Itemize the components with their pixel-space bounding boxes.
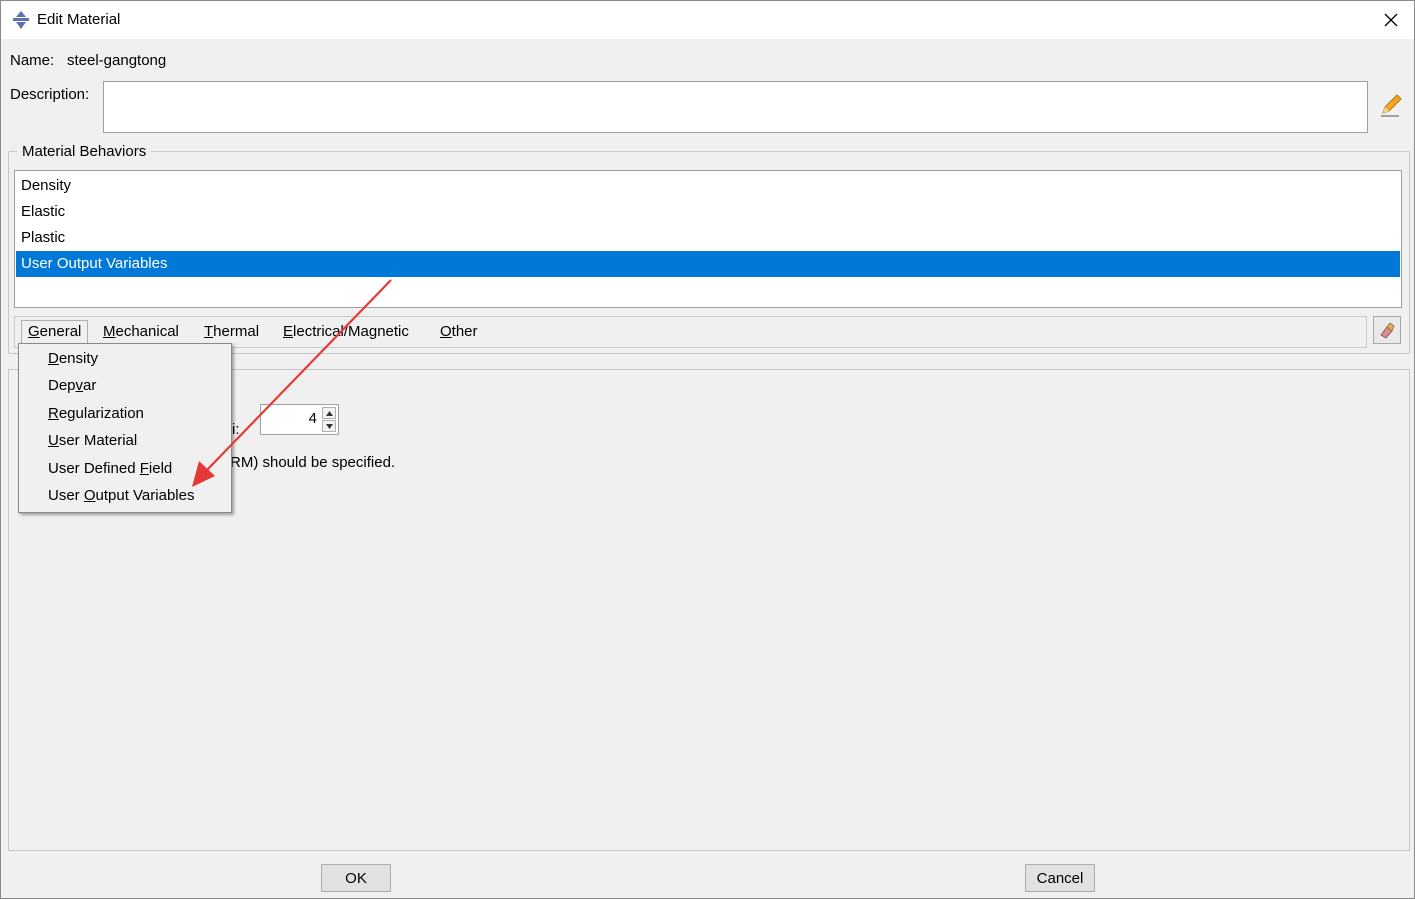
specification-note: RM) should be specified. [230, 454, 396, 471]
name-label: Name: [10, 52, 55, 69]
title-bar: Edit Material [1, 1, 1414, 39]
pencil-icon[interactable] [1377, 91, 1405, 119]
close-icon [1384, 13, 1398, 27]
behavior-item-density[interactable]: Density [16, 173, 1400, 199]
menu-other-mnemonic: O [440, 323, 452, 340]
description-label: Description: [10, 86, 90, 103]
menu-other-rest: ther [451, 323, 478, 340]
menu-mechanical[interactable]: Mechanical [103, 322, 179, 344]
menu-general-mnemonic: G [28, 323, 40, 340]
spinner-up-button[interactable] [322, 407, 336, 419]
cancel-button[interactable]: Cancel [1025, 864, 1095, 892]
dd5-post: utput Variables [95, 487, 195, 504]
dd1-pre: Dep [48, 377, 76, 394]
dd4-post: ield [148, 460, 173, 477]
triangle-down-icon [325, 423, 333, 429]
window-title: Edit Material [37, 11, 121, 28]
dd5-mn: O [83, 487, 96, 504]
behavior-item-plastic[interactable]: Plastic [16, 225, 1400, 251]
spinner-down-button[interactable] [322, 420, 336, 432]
behavior-list[interactable]: Density Elastic Plastic User Output Vari… [14, 170, 1402, 308]
spinner-value: 4 [308, 410, 317, 427]
delete-behavior-button[interactable] [1373, 316, 1401, 344]
menu-general-rest: eneral [39, 323, 82, 340]
ok-button[interactable]: OK [321, 864, 391, 892]
dd2-post: egularization [58, 405, 144, 422]
dropdown-item-user-material[interactable]: User Material [48, 429, 137, 453]
dd3-mn: U [48, 432, 59, 449]
dropdown-item-density[interactable]: Density [48, 347, 98, 371]
number-of-variables-spinner[interactable]: 4 [260, 404, 339, 435]
edit-material-dialog: Edit Material Name: steel-gangtong Descr… [0, 0, 1415, 899]
material-behaviors-title: Material Behaviors [17, 143, 152, 160]
dd4-pre: User Defined [48, 460, 140, 477]
dropdown-item-user-defined-field[interactable]: User Defined Field [48, 457, 172, 481]
general-dropdown-menu: Density Depvar Regularization User Mater… [18, 343, 232, 513]
behavior-item-elastic[interactable]: Elastic [16, 199, 1400, 225]
menu-mechanical-mnemonic: M [103, 323, 116, 340]
dd3-post: ser Material [58, 432, 138, 449]
menu-electrical-rest: lectrical/Magnetic [293, 323, 409, 340]
menu-thermal-mnemonic: T [204, 323, 214, 340]
dropdown-item-regularization[interactable]: Regularization [48, 402, 144, 426]
dd1-post: ar [83, 377, 97, 394]
triangle-up-icon [325, 410, 333, 416]
menu-mechanical-rest: echanical [115, 323, 179, 340]
dd5-pre: User [48, 487, 84, 504]
name-value: steel-gangtong [67, 52, 167, 69]
eraser-icon [1380, 322, 1395, 339]
menu-thermal-rest: hermal [213, 323, 260, 340]
close-button[interactable] [1368, 1, 1414, 39]
variables-label-fragment: i: [232, 421, 240, 438]
menu-electrical-magnetic[interactable]: Electrical/Magnetic [283, 322, 409, 344]
menu-other[interactable]: Other [440, 322, 478, 344]
menu-thermal[interactable]: Thermal [204, 322, 259, 344]
menu-electrical-mnemonic: E [283, 323, 294, 340]
dd0-mn: D [48, 350, 59, 367]
description-input[interactable] [103, 81, 1368, 133]
dd0-post: ensity [58, 350, 99, 367]
dd1-mn: v [75, 377, 84, 394]
fragment-colon: : [235, 421, 240, 438]
dropdown-item-user-output-variables[interactable]: User Output Variables [48, 484, 194, 508]
dd4-mn: F [139, 460, 149, 477]
dropdown-item-depvar[interactable]: Depvar [48, 374, 96, 398]
behavior-item-user-output-variables[interactable]: User Output Variables [16, 251, 1400, 277]
material-app-icon [13, 11, 29, 29]
dd2-mn: R [48, 405, 59, 422]
